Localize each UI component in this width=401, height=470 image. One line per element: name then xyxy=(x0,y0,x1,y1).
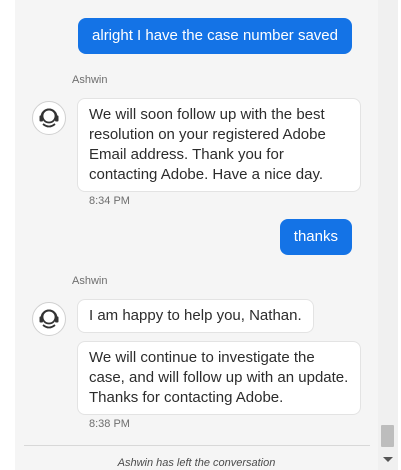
agent-message-bubble: We will soon follow up with the best res… xyxy=(77,98,361,192)
vertical-scrollbar[interactable] xyxy=(378,0,398,470)
agent-avatar xyxy=(32,302,66,336)
agent-headset-icon xyxy=(39,309,59,329)
chat-transcript: alright I have the case number saved Ash… xyxy=(15,0,378,470)
agent-avatar xyxy=(32,101,66,135)
user-message-bubble: alright I have the case number saved xyxy=(78,18,352,54)
system-notice: Ashwin has left the conversation xyxy=(117,457,276,469)
user-message-bubble: thanks xyxy=(279,219,352,255)
agent-message-bubble: We will continue to investigate the case… xyxy=(77,341,361,415)
conversation-divider xyxy=(24,445,370,446)
message-timestamp: 8:38 PM xyxy=(89,418,130,430)
message-timestamp: 8:34 PM xyxy=(89,195,130,207)
agent-headset-icon xyxy=(39,108,59,128)
agent-name-label: Ashwin xyxy=(72,74,108,86)
scroll-down-arrow-icon[interactable] xyxy=(383,457,393,462)
agent-name-label: Ashwin xyxy=(72,275,108,287)
agent-message-bubble: I am happy to help you, Nathan. xyxy=(77,299,314,333)
scrollbar-thumb[interactable] xyxy=(381,425,394,447)
